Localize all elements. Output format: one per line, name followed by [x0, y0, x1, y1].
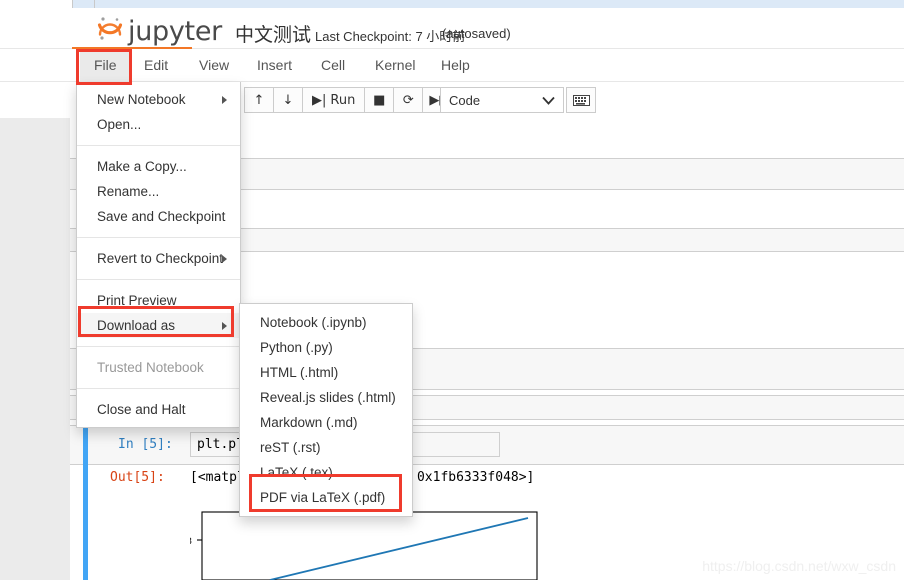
menu-separator — [77, 388, 240, 389]
menu-item-close-and-halt[interactable]: Close and Halt — [77, 397, 240, 422]
interrupt-kernel-button[interactable]: ■ — [364, 87, 394, 113]
submenu-item-html[interactable]: HTML (.html) — [240, 360, 412, 385]
run-icon: ▶| — [312, 93, 326, 108]
menu-item-open[interactable]: Open... — [77, 112, 240, 137]
move-cell-down-button[interactable]: ↓ — [273, 87, 303, 113]
submenu-item-rest-rst[interactable]: reST (.rst) — [240, 435, 412, 460]
svg-text:8: 8 — [190, 537, 192, 547]
menu-item-print-preview[interactable]: Print Preview — [77, 288, 240, 313]
menu-cell[interactable]: Cell — [307, 49, 359, 81]
menu-item-label: New Notebook — [97, 92, 186, 107]
notebook-name[interactable]: 中文测试 — [235, 20, 311, 47]
submenu-arrow-icon — [222, 322, 227, 330]
menu-separator — [77, 346, 240, 347]
submenu-arrow-icon — [222, 96, 227, 104]
autosave-status: (autosaved) — [442, 26, 511, 41]
tab-divider — [72, 0, 73, 8]
menu-item-make-a-copy[interactable]: Make a Copy... — [77, 154, 240, 179]
menu-kernel[interactable]: Kernel — [361, 49, 429, 81]
jupyter-logo-icon[interactable] — [96, 14, 124, 44]
cell-type-value: Code — [449, 93, 480, 108]
download-as-submenu: Notebook (.ipynb) Python (.py) HTML (.ht… — [239, 303, 413, 517]
menu-insert[interactable]: Insert — [243, 49, 306, 81]
menu-item-revert-to-checkpoint[interactable]: Revert to Checkpoint — [77, 246, 240, 271]
run-label: Run — [330, 93, 355, 108]
menu-separator — [77, 279, 240, 280]
run-controls-group: ▶| Run ■ ⟳ ▶▶ — [302, 87, 456, 113]
menu-item-label: Download as — [97, 318, 175, 333]
submenu-item-python-py[interactable]: Python (.py) — [240, 335, 412, 360]
menu-item-label: Make a Copy... — [97, 159, 187, 174]
tab-divider-secondary — [94, 0, 95, 8]
menu-separator — [77, 145, 240, 146]
menu-item-label: Save and Checkpoint — [97, 209, 225, 224]
notebook-header: jupyter 中文测试 Last Checkpoint: 7 小时前 (aut… — [0, 8, 904, 49]
move-cell-group: ↑ ↓ — [244, 87, 303, 113]
submenu-item-revealjs-slides[interactable]: Reveal.js slides (.html) — [240, 385, 412, 410]
menu-help[interactable]: Help — [427, 49, 484, 81]
menu-item-rename[interactable]: Rename... — [77, 179, 240, 204]
site-watermark: https://blog.csdn.net/wxw_csdn — [702, 558, 896, 574]
menu-file[interactable]: File — [80, 49, 131, 81]
browser-tab-strip — [0, 0, 904, 8]
submenu-item-notebook-ipynb[interactable]: Notebook (.ipynb) — [240, 310, 412, 335]
menu-bar: File Edit View Insert Cell Kernel Help — [0, 49, 904, 82]
menu-item-label: Revert to Checkpoint — [97, 251, 223, 266]
jupyter-brand-text[interactable]: jupyter — [128, 16, 222, 47]
menu-view[interactable]: View — [185, 49, 243, 81]
selected-cell-indicator — [83, 424, 88, 580]
output-prompt: Out[5]: — [110, 470, 165, 485]
menu-item-label: Trusted Notebook — [97, 360, 204, 375]
move-cell-up-button[interactable]: ↑ — [244, 87, 274, 113]
menu-item-label: Print Preview — [97, 293, 177, 308]
menu-item-label: Rename... — [97, 184, 159, 199]
restart-kernel-button[interactable]: ⟳ — [393, 87, 423, 113]
submenu-item-latex-tex[interactable]: LaTeX (.tex) — [240, 460, 412, 485]
menu-item-label: Close and Halt — [97, 402, 186, 417]
keyboard-shortcuts-button[interactable] — [566, 87, 596, 113]
submenu-arrow-icon — [222, 255, 227, 263]
menu-item-save-and-checkpoint[interactable]: Save and Checkpoint — [77, 204, 240, 229]
menu-item-trusted-notebook: Trusted Notebook — [77, 355, 240, 380]
submenu-item-markdown-md[interactable]: Markdown (.md) — [240, 410, 412, 435]
run-cell-button[interactable]: ▶| Run — [302, 87, 365, 113]
menu-edit[interactable]: Edit — [130, 49, 182, 81]
menu-item-label: Open... — [97, 117, 141, 132]
input-prompt: In [5]: — [118, 437, 173, 452]
menu-item-new-notebook[interactable]: New Notebook — [77, 87, 240, 112]
menu-item-download-as[interactable]: Download as — [77, 313, 240, 338]
file-dropdown-menu: New Notebook Open... Make a Copy... Rena… — [76, 82, 241, 428]
menu-separator — [77, 237, 240, 238]
submenu-item-pdf-via-latex[interactable]: PDF via LaTeX (.pdf) — [240, 485, 412, 510]
browser-active-tab[interactable] — [0, 0, 72, 8]
cell-type-select[interactable]: Code — [440, 87, 564, 113]
chevron-down-icon — [542, 93, 555, 108]
